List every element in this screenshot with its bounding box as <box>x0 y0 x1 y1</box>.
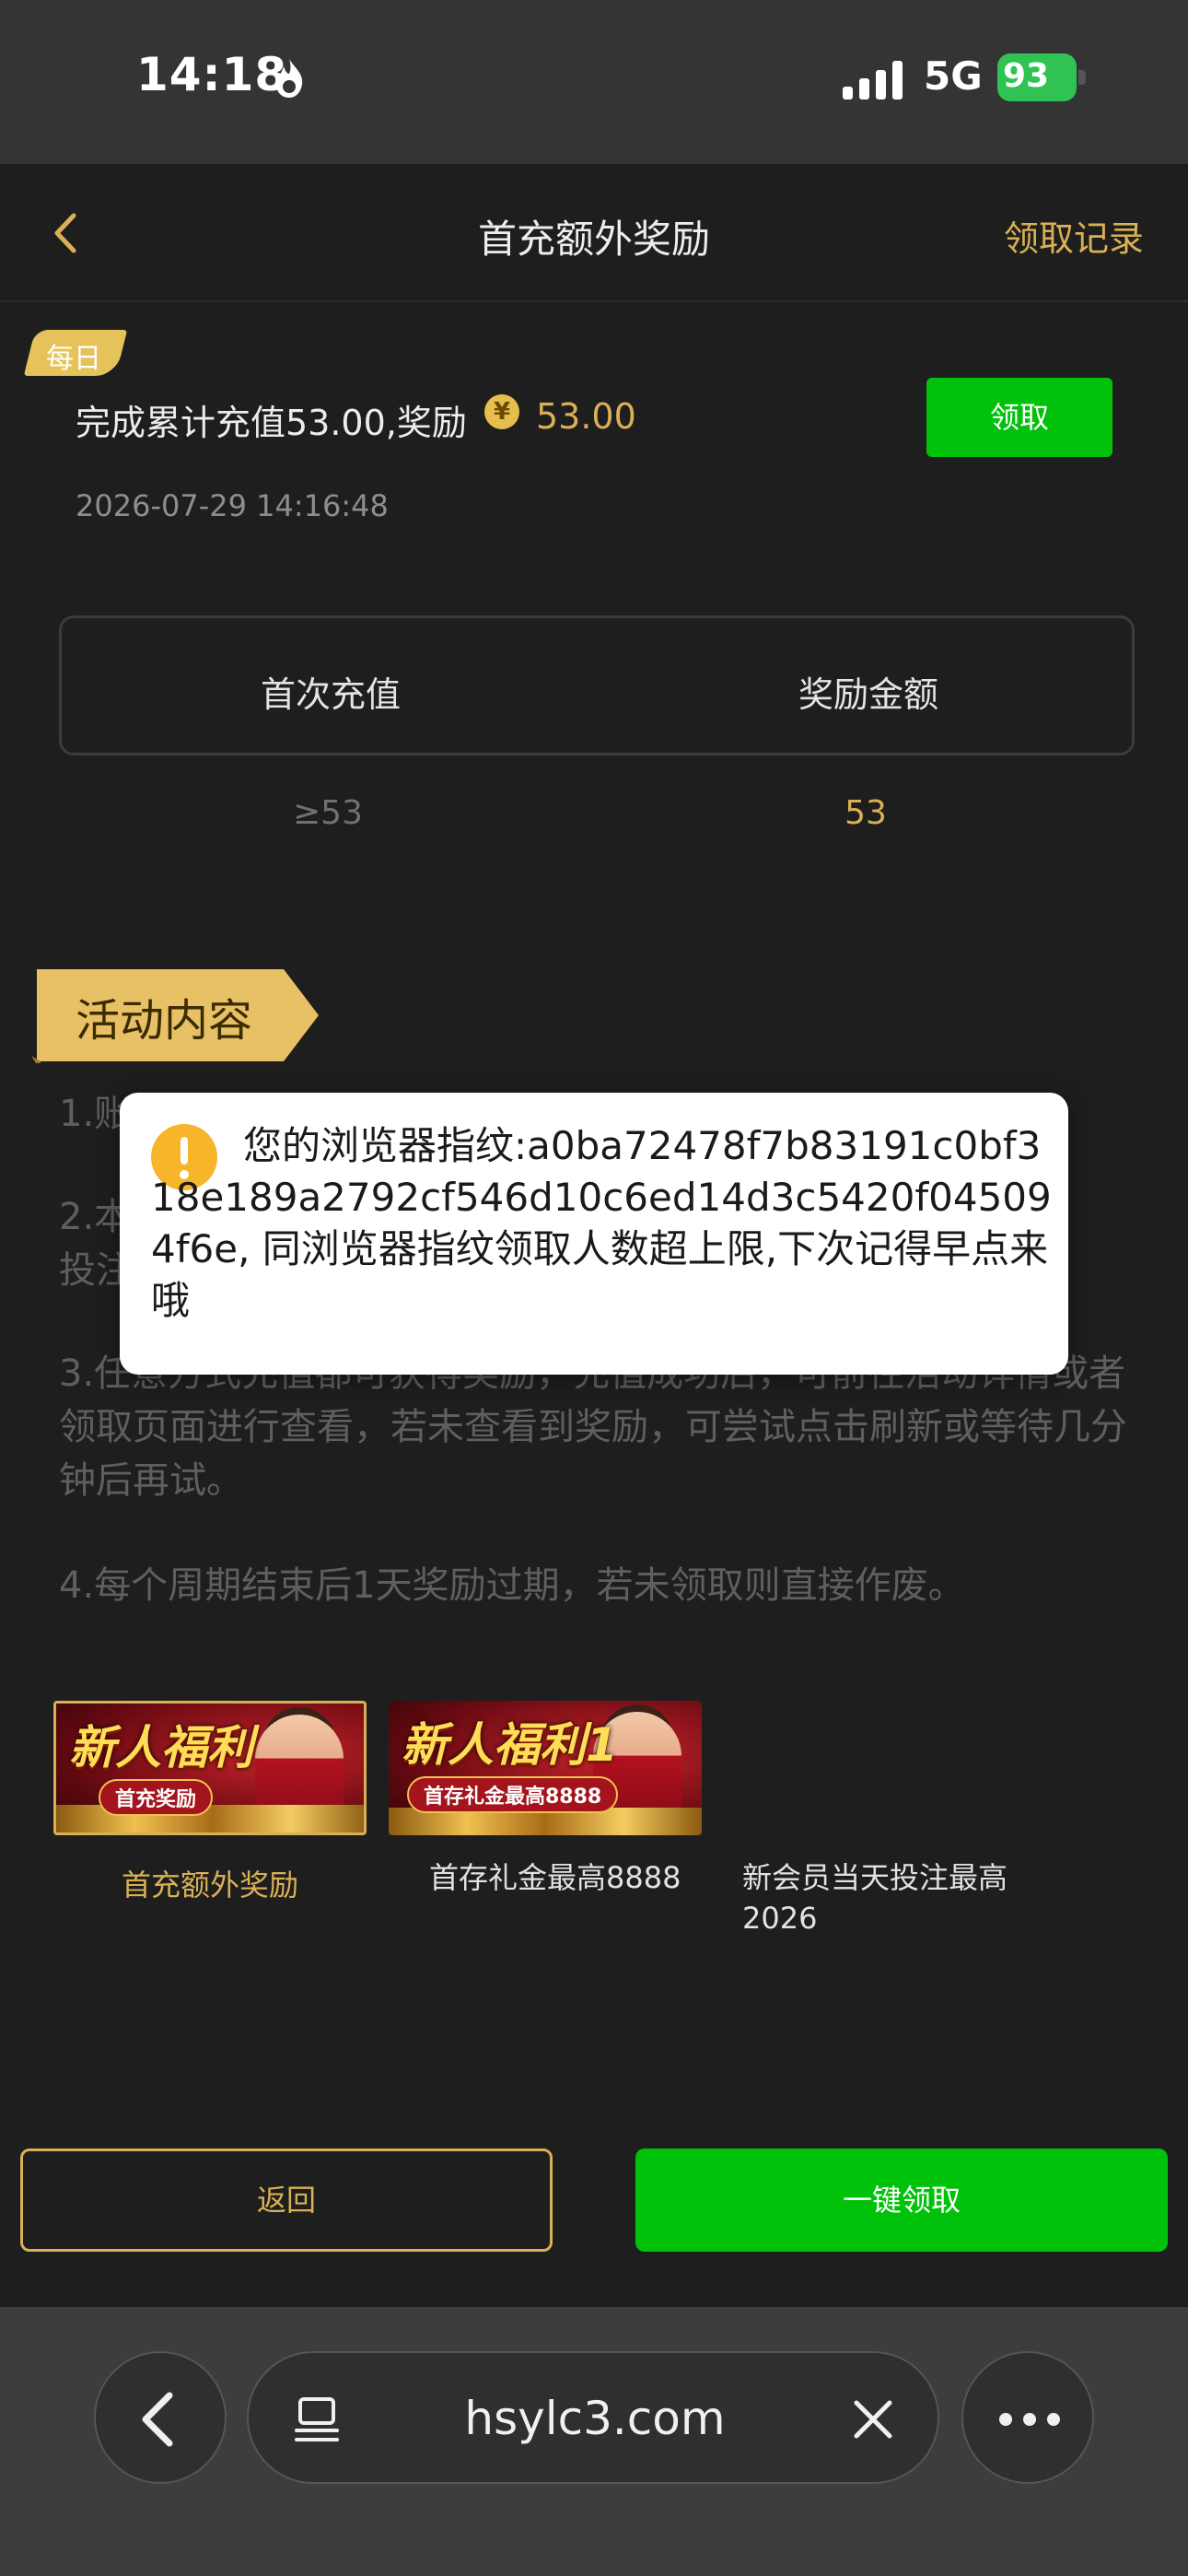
promo-caption[interactable]: 新会员当天投注最高2026 <box>742 1857 1046 1938</box>
banner-title: 新人福利1 <box>402 1718 618 1772</box>
status-bar: 14:18 5G 93 <box>0 0 1188 164</box>
network-type: 5G <box>924 53 983 99</box>
table-cell-first-deposit: ≥53 <box>293 794 363 832</box>
banner-subtitle: 首充奖励 <box>99 1779 214 1816</box>
browser-back-button[interactable] <box>94 2351 227 2484</box>
rule-4: 4.每个周期结束后1天奖励过期，若未领取则直接作废。 <box>59 1564 965 1607</box>
section-title: 活动内容 <box>76 995 253 1047</box>
chevron-left-icon <box>142 2392 173 2447</box>
signal-icon <box>843 61 903 100</box>
claim-button[interactable]: 领取 <box>926 378 1112 457</box>
reward-amount: 53.00 <box>536 396 636 437</box>
column-header-first-deposit: 首次充值 <box>260 674 401 715</box>
warning-toast: 您的浏览器指纹:a0ba72478f7b83191c0bf318e189a279… <box>120 1093 1068 1375</box>
daily-tag-label: 每日 <box>46 343 101 375</box>
promo-caption[interactable]: 首存礼金最高8888 <box>429 1857 681 1898</box>
back-button[interactable]: 返回 <box>20 2149 553 2252</box>
banner-title: 新人福利 <box>69 1721 253 1774</box>
reward-timestamp: 2026-07-29 14:16:48 <box>76 488 389 523</box>
section-label: 活动内容 <box>31 967 322 1063</box>
table-cell-reward-amount: 53 <box>844 794 887 832</box>
column-header-reward-amount: 奖励金额 <box>798 674 938 715</box>
battery-level: 93 <box>1003 57 1050 95</box>
banner-subtitle: 首存礼金最高8888 <box>407 1776 619 1813</box>
more-icon <box>999 2413 1060 2426</box>
promo-card[interactable]: 新人福利 首充奖励 首充额外奖励 <box>53 1701 367 1903</box>
claim-all-button[interactable]: 一键领取 <box>635 2149 1168 2252</box>
battery-icon: 93 <box>997 53 1086 101</box>
close-icon[interactable] <box>851 2397 895 2441</box>
promo-banner[interactable]: 新人福利 首充奖励 <box>53 1701 367 1835</box>
coin-icon: ¥ <box>484 394 519 429</box>
url-text[interactable]: hsylc3.com <box>249 2392 941 2445</box>
page-header: 首充额外奖励 领取记录 <box>0 164 1188 302</box>
clock: 14:18 <box>136 48 288 101</box>
reward-description: 完成累计充值53.00,奖励 <box>76 403 467 443</box>
address-bar[interactable]: hsylc3.com <box>247 2351 939 2484</box>
promo-banner[interactable]: 新人福利1 首存礼金最高8888 <box>389 1701 702 1835</box>
flame-icon <box>276 59 303 98</box>
more-options-button[interactable] <box>961 2351 1094 2484</box>
promo-caption[interactable]: 首充额外奖励 <box>53 1865 367 1905</box>
toast-message: 您的浏览器指纹:a0ba72478f7b83191c0bf318e189a279… <box>151 1123 1052 1323</box>
promo-card[interactable]: 新人福利1 首存礼金最高8888 首存礼金最高8888 <box>389 1701 702 1895</box>
claim-records-link[interactable]: 领取记录 <box>1004 210 1144 261</box>
daily-tag: 每日 <box>23 330 128 376</box>
reward-table-header: 首次充值 奖励金额 <box>59 615 1135 755</box>
